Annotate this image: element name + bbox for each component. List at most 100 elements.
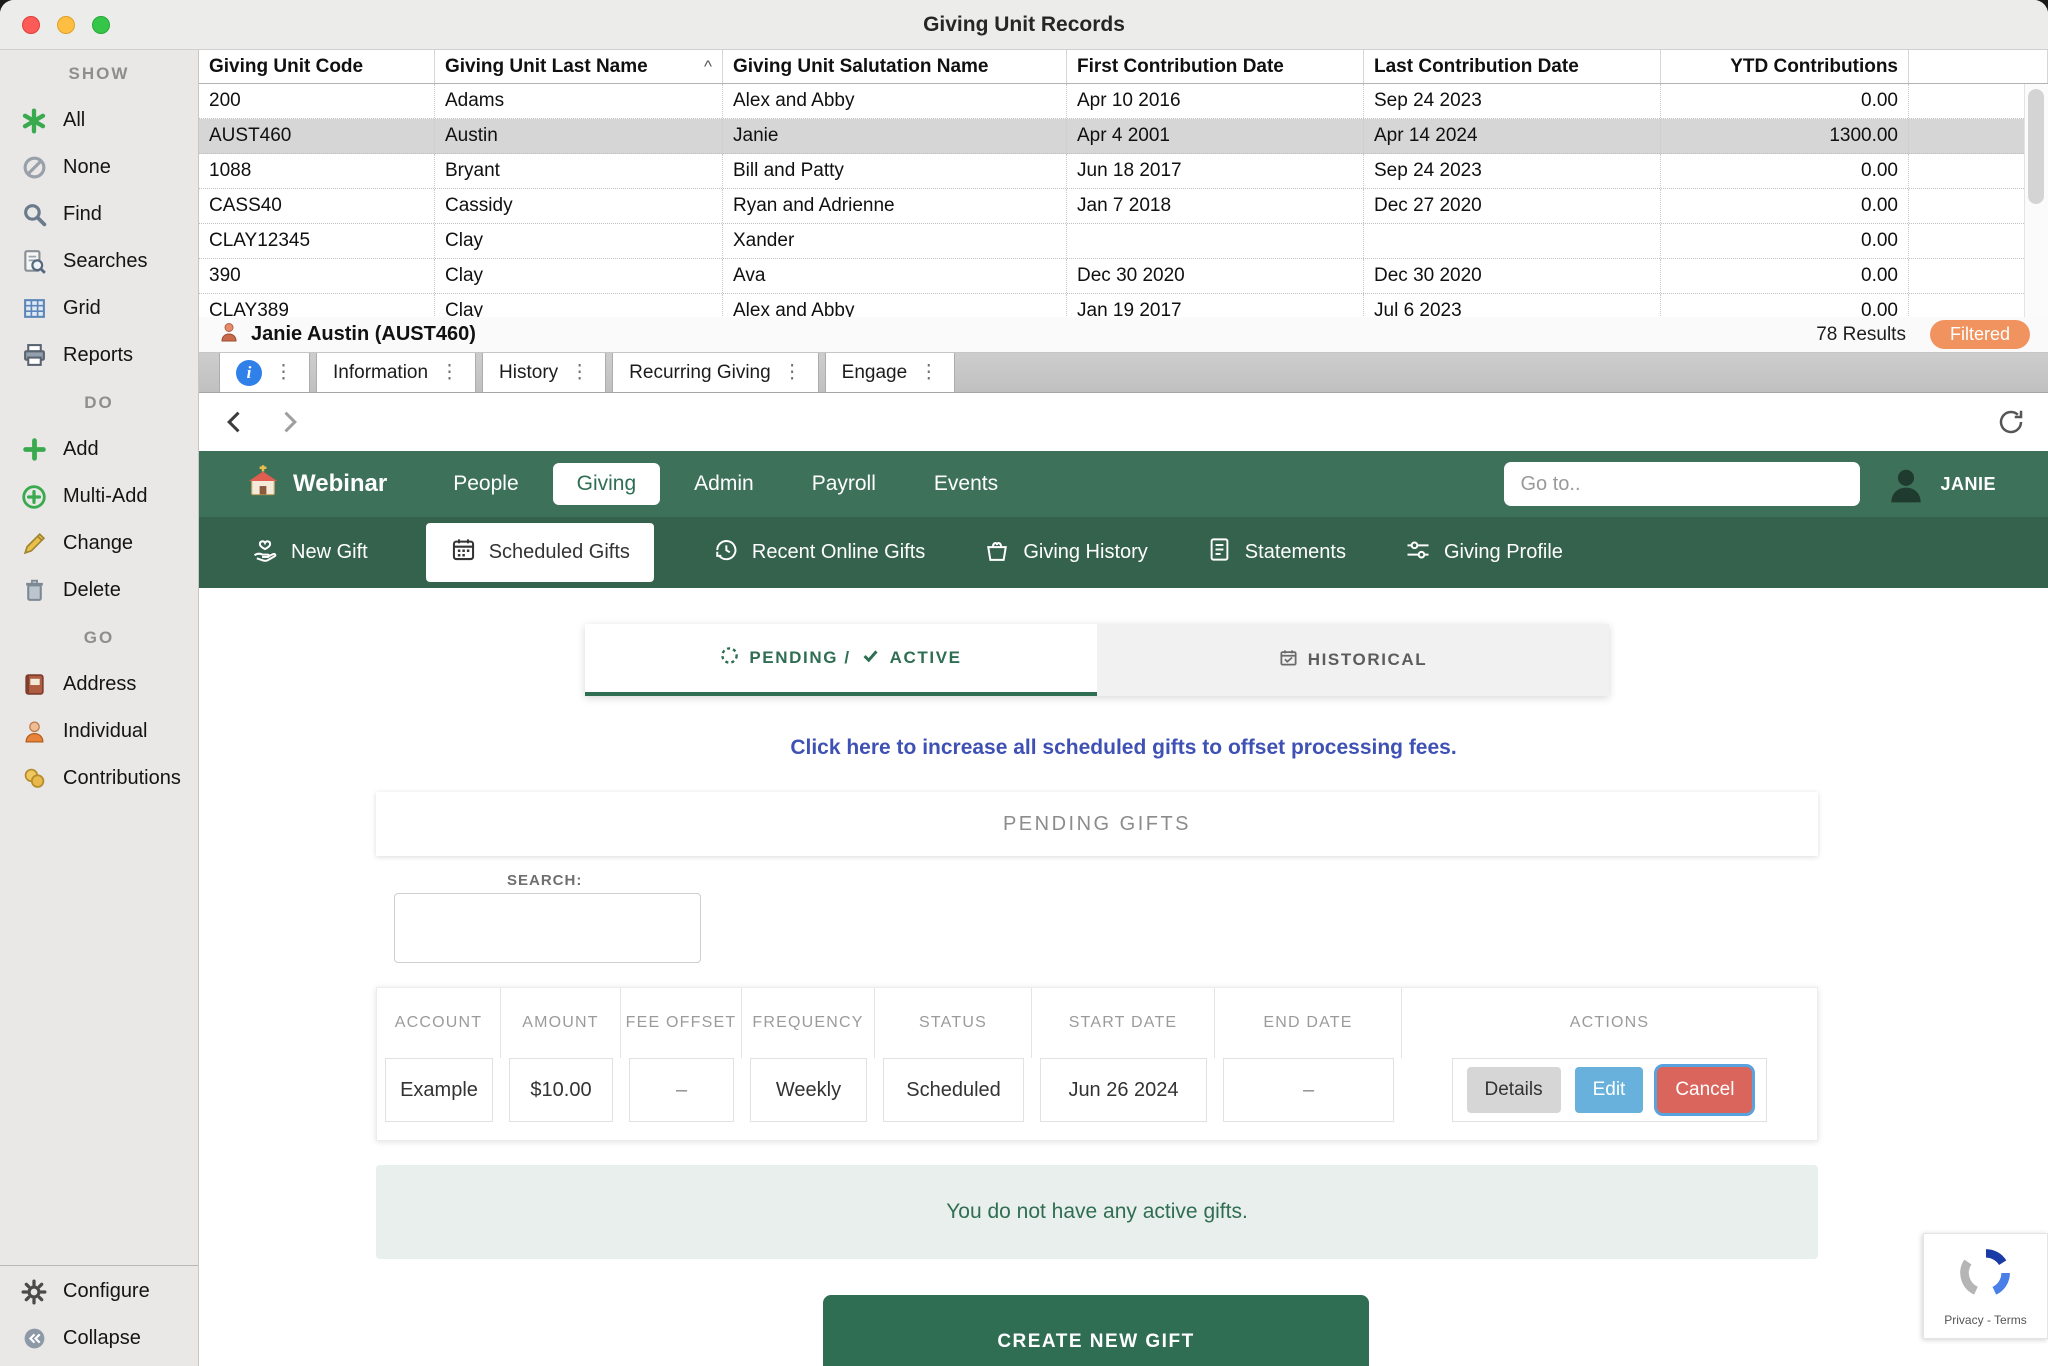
sidebar-item-find[interactable]: Find — [0, 191, 198, 238]
cell-code: CLAY389 — [199, 294, 435, 317]
cell-salutation: Ava — [723, 259, 1067, 293]
tab-menu-dots-icon[interactable]: ⋮ — [919, 361, 938, 384]
gift-status: Scheduled — [883, 1058, 1024, 1122]
subnav-giving-history[interactable]: Giving History — [983, 536, 1147, 570]
back-button[interactable] — [221, 408, 249, 436]
sidebar-item-all[interactable]: All — [0, 97, 198, 144]
record-tab-information[interactable]: Information ⋮ — [316, 353, 476, 392]
edit-button[interactable]: Edit — [1575, 1067, 1644, 1113]
subnav-label: Scheduled Gifts — [489, 541, 630, 564]
sidebar-item-address[interactable]: Address — [0, 661, 198, 708]
search-label: SEARCH: — [507, 872, 2048, 889]
sidebar-item-delete[interactable]: Delete — [0, 567, 198, 614]
scrollbar-thumb[interactable] — [2028, 89, 2044, 204]
tab-menu-dots-icon[interactable]: ⋮ — [783, 361, 802, 384]
user-avatar-icon[interactable] — [1884, 462, 1928, 506]
record-tab-engage[interactable]: Engage ⋮ — [825, 353, 956, 392]
cell-last-name: Adams — [435, 84, 723, 118]
nav-item-payroll[interactable]: Payroll — [788, 463, 900, 505]
subnav-recent-online-gifts[interactable]: Recent Online Gifts — [712, 536, 925, 570]
column-header-first-contribution[interactable]: First Contribution Date — [1067, 50, 1364, 83]
calendar-check-icon — [1279, 648, 1298, 672]
tab-label: HISTORICAL — [1308, 650, 1428, 670]
subnav-statements[interactable]: Statements — [1206, 536, 1346, 569]
column-header-ytd[interactable]: YTD Contributions — [1661, 50, 1909, 83]
zoom-window-button[interactable] — [92, 16, 110, 34]
cell-ytd: 0.00 — [1661, 294, 1909, 317]
sidebar-item-change[interactable]: Change — [0, 520, 198, 567]
fee-offset-link[interactable]: Click here to increase all scheduled gif… — [199, 736, 2048, 760]
tab-menu-dots-icon[interactable]: ⋮ — [570, 361, 589, 384]
cell-last-name: Clay — [435, 224, 723, 258]
cell-code: CLAY12345 — [199, 224, 435, 258]
table-row[interactable]: CASS40 Cassidy Ryan and Adrienne Jan 7 2… — [199, 189, 2048, 224]
user-name[interactable]: JANIE — [1940, 474, 1996, 495]
check-icon — [861, 646, 880, 670]
sidebar-item-multi-add[interactable]: Multi-Add — [0, 473, 198, 520]
sidebar-item-collapse[interactable]: Collapse — [0, 1315, 198, 1362]
sidebar-item-configure[interactable]: Configure — [0, 1268, 198, 1315]
minimize-window-button[interactable] — [57, 16, 75, 34]
subnav-scheduled-gifts[interactable]: Scheduled Gifts — [426, 523, 654, 582]
cell-ytd: 0.00 — [1661, 189, 1909, 223]
table-row[interactable]: 1088 Bryant Bill and Patty Jun 18 2017 S… — [199, 154, 2048, 189]
column-header-last-contribution[interactable]: Last Contribution Date — [1364, 50, 1661, 83]
subnav-giving-profile[interactable]: Giving Profile — [1404, 536, 1563, 570]
recaptcha-privacy-terms[interactable]: Privacy - Terms — [1944, 1313, 2026, 1327]
sidebar-item-contributions[interactable]: Contributions — [0, 755, 198, 802]
sidebar-item-searches[interactable]: Searches — [0, 238, 198, 285]
trash-icon — [20, 577, 48, 605]
subnav-new-gift[interactable]: New Gift — [251, 536, 368, 570]
record-tab-info[interactable]: i ⋮ — [219, 353, 310, 392]
sidebar-item-label: Contributions — [63, 767, 181, 790]
close-window-button[interactable] — [22, 16, 40, 34]
search-input[interactable] — [394, 893, 701, 963]
goto-input[interactable] — [1504, 462, 1860, 506]
sidebar-item-add[interactable]: Add — [0, 426, 198, 473]
gift-icon — [983, 536, 1011, 570]
record-tab-history[interactable]: History ⋮ — [482, 353, 606, 392]
column-header-label: Giving Unit Last Name — [445, 56, 648, 78]
none-icon — [20, 154, 48, 182]
tab-pending-active[interactable]: PENDING / ACTIVE — [585, 624, 1097, 696]
sidebar-item-reports[interactable]: Reports — [0, 332, 198, 379]
gift-account: Example — [385, 1058, 493, 1122]
sidebar-item-individual[interactable]: Individual — [0, 708, 198, 755]
site-brand[interactable]: Webinar — [245, 463, 387, 506]
column-start-date: START DATE — [1032, 988, 1215, 1058]
nav-item-admin[interactable]: Admin — [670, 463, 778, 505]
cell-salutation: Janie — [723, 119, 1067, 153]
collapse-icon — [20, 1325, 48, 1353]
cell-ytd: 0.00 — [1661, 259, 1909, 293]
table-row[interactable]: CLAY12345 Clay Xander 0.00 — [199, 224, 2048, 259]
details-button[interactable]: Details — [1467, 1067, 1561, 1113]
cancel-button[interactable]: Cancel — [1657, 1067, 1752, 1113]
tab-menu-dots-icon[interactable]: ⋮ — [440, 361, 459, 384]
tab-menu-dots-icon[interactable]: ⋮ — [274, 361, 293, 384]
nav-item-people[interactable]: People — [429, 463, 542, 505]
table-row[interactable]: 200 Adams Alex and Abby Apr 10 2016 Sep … — [199, 84, 2048, 119]
table-row[interactable]: 390 Clay Ava Dec 30 2020 Dec 30 2020 0.0… — [199, 259, 2048, 294]
nav-item-events[interactable]: Events — [910, 463, 1022, 505]
table-scrollbar[interactable] — [2024, 84, 2048, 317]
refresh-icon[interactable] — [1996, 407, 2026, 437]
record-tab-recurring-giving[interactable]: Recurring Giving ⋮ — [612, 353, 819, 392]
column-header-salutation[interactable]: Giving Unit Salutation Name — [723, 50, 1067, 83]
column-frequency: FREQUENCY — [742, 988, 875, 1058]
tab-historical[interactable]: HISTORICAL — [1097, 624, 1609, 696]
filtered-badge[interactable]: Filtered — [1930, 320, 2030, 349]
column-header-last-name[interactable]: Giving Unit Last Name ^ — [435, 50, 723, 83]
table-row-selected[interactable]: AUST460 Austin Janie Apr 4 2001 Apr 14 2… — [199, 119, 2048, 154]
sidebar: SHOW All None Find Searches Grid Reports… — [0, 50, 199, 1366]
forward-button[interactable] — [275, 408, 303, 436]
nav-item-giving[interactable]: Giving — [553, 463, 661, 505]
cell-ytd: 1300.00 — [1661, 119, 1909, 153]
create-new-gift-button[interactable]: CREATE NEW GIFT — [823, 1295, 1369, 1366]
sidebar-item-grid[interactable]: Grid — [0, 285, 198, 332]
sidebar-item-label: Grid — [63, 297, 101, 320]
column-header-code[interactable]: Giving Unit Code — [199, 50, 435, 83]
sidebar-item-none[interactable]: None — [0, 144, 198, 191]
table-row[interactable]: CLAY389 Clay Alex and Abby Jan 19 2017 J… — [199, 294, 2048, 317]
recaptcha-badge[interactable]: Privacy - Terms — [1923, 1233, 2048, 1339]
pending-circle-icon — [720, 646, 739, 670]
